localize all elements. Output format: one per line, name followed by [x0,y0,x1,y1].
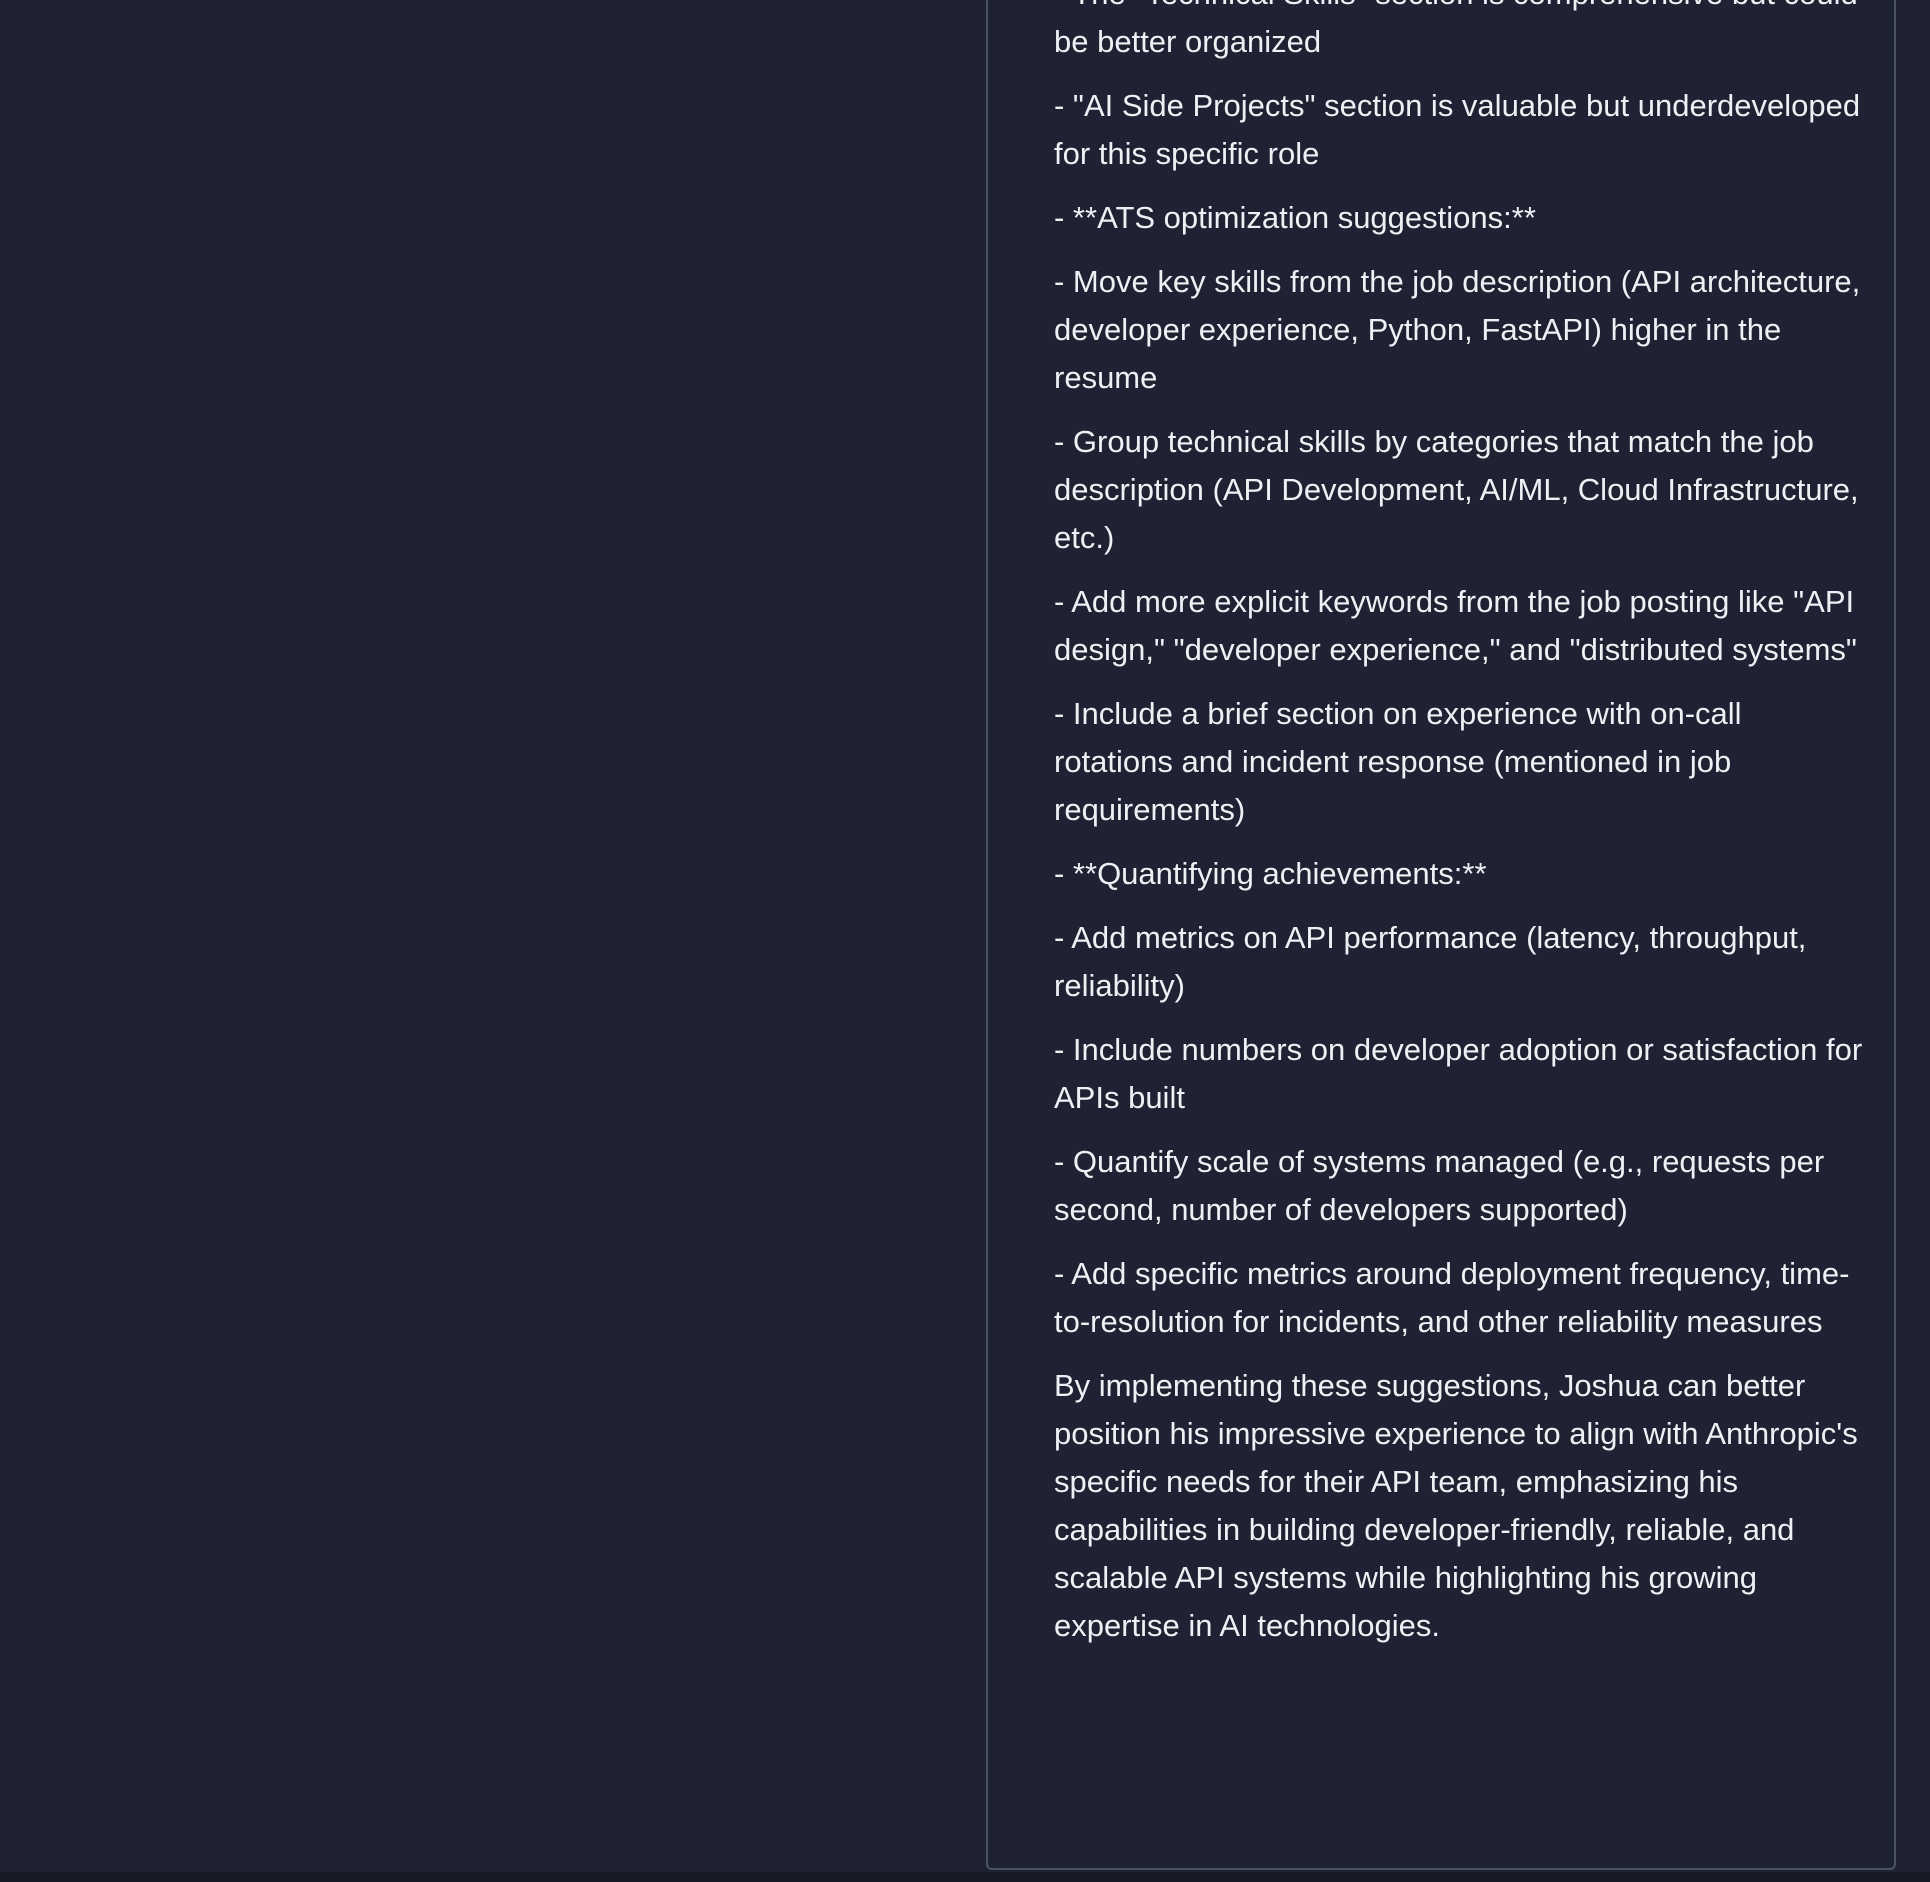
output-paragraph: - Move key skills from the job descripti… [1054,264,1861,395]
output-paragraph: - "AI Side Projects" section is valuable… [1054,88,1861,171]
output-paragraph: By implementing these suggestions, Joshu… [1054,1368,1858,1643]
output-paragraph: - The "Technical Skills" section is comp… [1054,0,1858,59]
output-paragraph: - Add metrics on API performance (latenc… [1054,920,1807,1003]
output-paragraph: - Include numbers on developer adoption … [1054,1032,1863,1115]
output-paragraph: - Quantify scale of systems managed (e.g… [1054,1144,1825,1227]
output-paragraph: - Add more explicit keywords from the jo… [1054,584,1857,667]
output-text: - The "Technical Skills" section is comp… [1054,0,1866,1666]
output-paragraph: - Add specific metrics around deployment… [1054,1256,1850,1339]
bottom-bar [0,1872,1930,1882]
output-paragraph: - Include a brief section on experience … [1054,696,1742,827]
output-panel[interactable]: - The "Technical Skills" section is comp… [986,0,1896,1870]
left-pane [0,0,986,1872]
output-paragraph: - **Quantifying achievements:** [1054,856,1487,891]
output-paragraph: - **ATS optimization suggestions:** [1054,200,1536,235]
output-paragraph: - Group technical skills by categories t… [1054,424,1859,555]
